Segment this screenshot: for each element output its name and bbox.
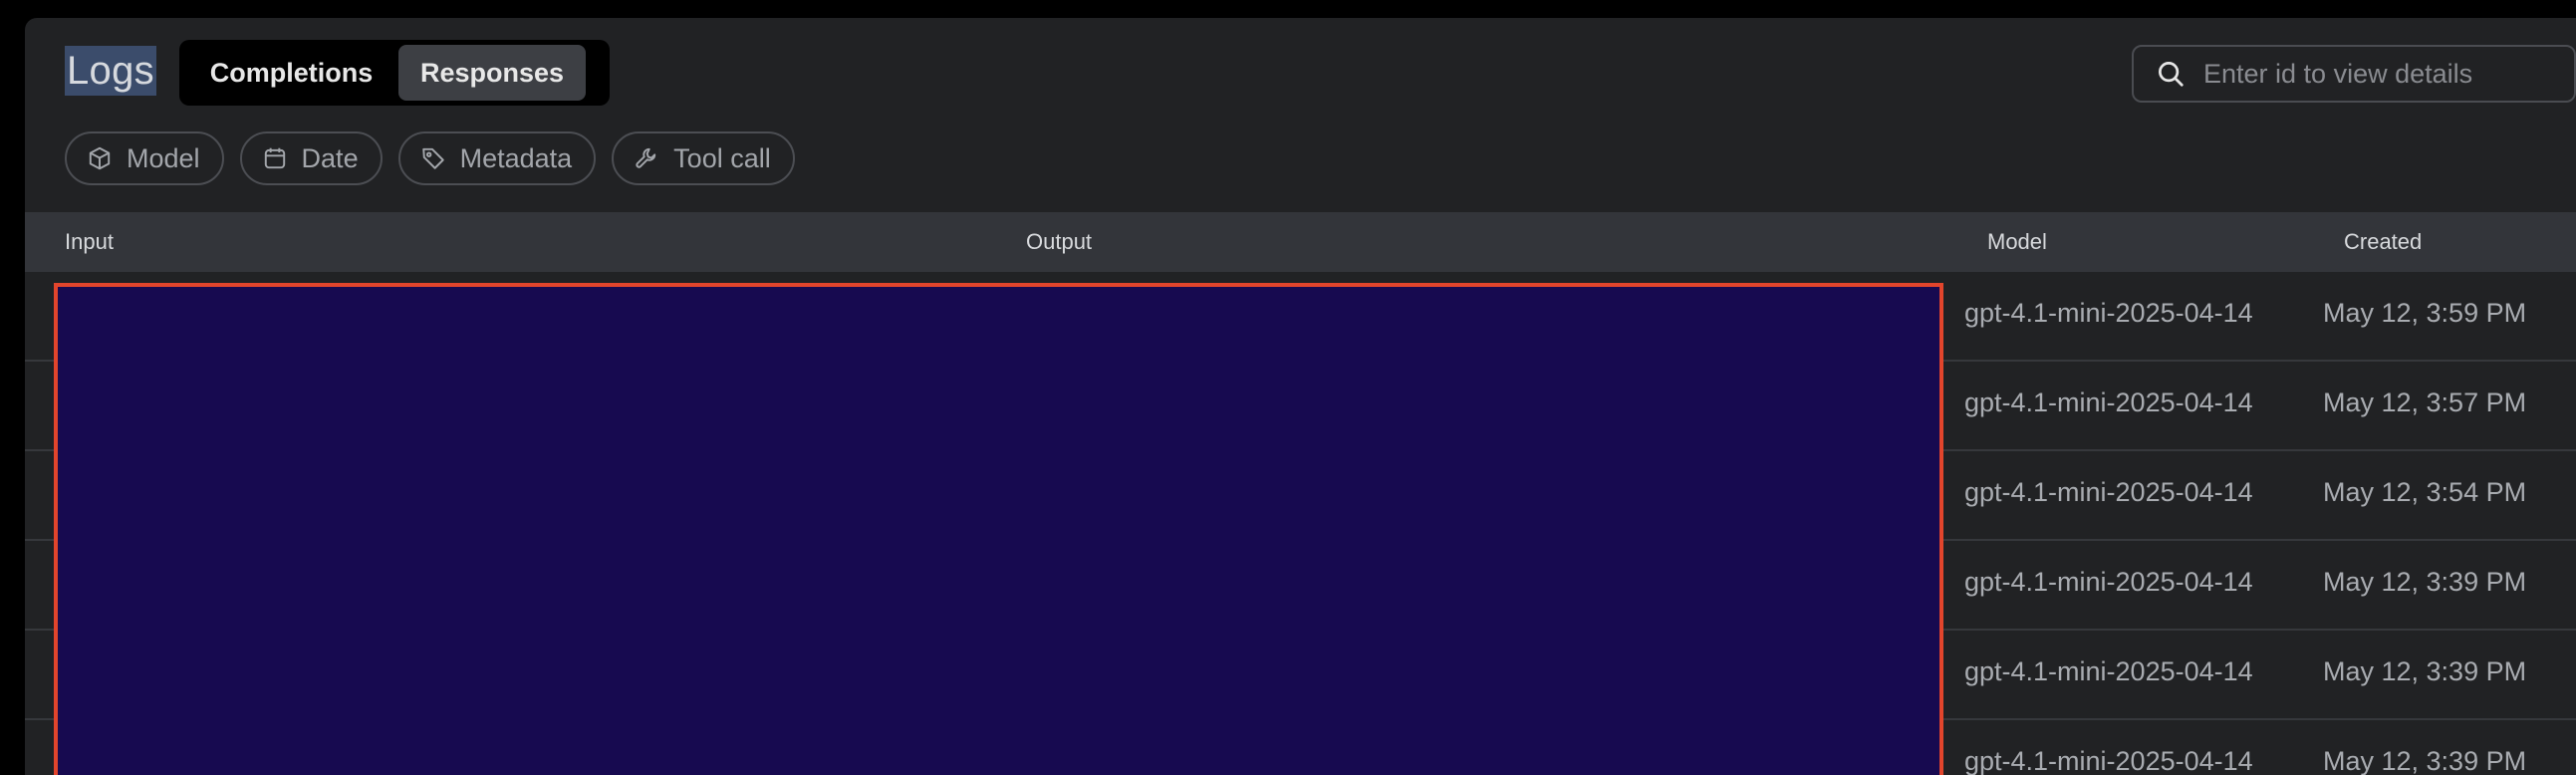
tab-responses[interactable]: Responses <box>398 45 586 101</box>
filter-bar: Model Date Metadata Tool call <box>65 131 795 185</box>
row-model: gpt-4.1-mini-2025-04-14 <box>1964 746 2253 775</box>
row-model: gpt-4.1-mini-2025-04-14 <box>1964 656 2253 686</box>
row-created: May 12, 3:57 PM <box>2323 388 2527 417</box>
redacted-input-output-region <box>54 283 1943 775</box>
search-input[interactable] <box>2203 58 2532 90</box>
filter-metadata-label: Metadata <box>459 142 573 173</box>
filter-model-label: Model <box>127 142 200 173</box>
column-output-header: Output <box>1026 229 1093 254</box>
row-created: May 12, 3:39 PM <box>2323 567 2527 597</box>
wrench-icon <box>636 147 656 168</box>
row-created: May 12, 3:59 PM <box>2323 298 2527 328</box>
row-created: May 12, 3:39 PM <box>2323 746 2527 775</box>
cube-icon <box>89 146 111 170</box>
table-header: Input Output Model Created <box>25 212 2576 272</box>
row-model: gpt-4.1-mini-2025-04-14 <box>1964 567 2253 597</box>
row-model: gpt-4.1-mini-2025-04-14 <box>1964 298 2253 328</box>
filter-model-button[interactable]: Model <box>65 131 224 185</box>
row-created: May 12, 3:54 PM <box>2323 477 2527 507</box>
column-created-header: Created <box>2344 229 2423 254</box>
page-title: Logs <box>65 46 156 96</box>
filter-date-button[interactable]: Date <box>239 131 383 185</box>
column-model-header: Model <box>1987 229 2047 254</box>
filter-toolcall-button[interactable]: Tool call <box>612 131 795 185</box>
row-model: gpt-4.1-mini-2025-04-14 <box>1964 388 2253 417</box>
calendar-icon <box>264 147 285 169</box>
filter-metadata-button[interactable]: Metadata <box>397 131 597 185</box>
view-toggle: Completions Responses <box>179 40 610 106</box>
search-box <box>2132 45 2576 103</box>
filter-date-label: Date <box>301 142 359 173</box>
row-model: gpt-4.1-mini-2025-04-14 <box>1964 477 2253 507</box>
column-input-header: Input <box>65 229 114 254</box>
filter-toolcall-label: Tool call <box>673 142 771 173</box>
row-created: May 12, 3:39 PM <box>2323 656 2527 686</box>
logs-panel: Logs Completions Responses Model <box>25 18 2576 775</box>
logs-header: Logs Completions Responses <box>25 18 2576 128</box>
tag-icon <box>421 147 444 169</box>
search-icon <box>2159 62 2184 87</box>
tab-completions[interactable]: Completions <box>184 45 398 101</box>
